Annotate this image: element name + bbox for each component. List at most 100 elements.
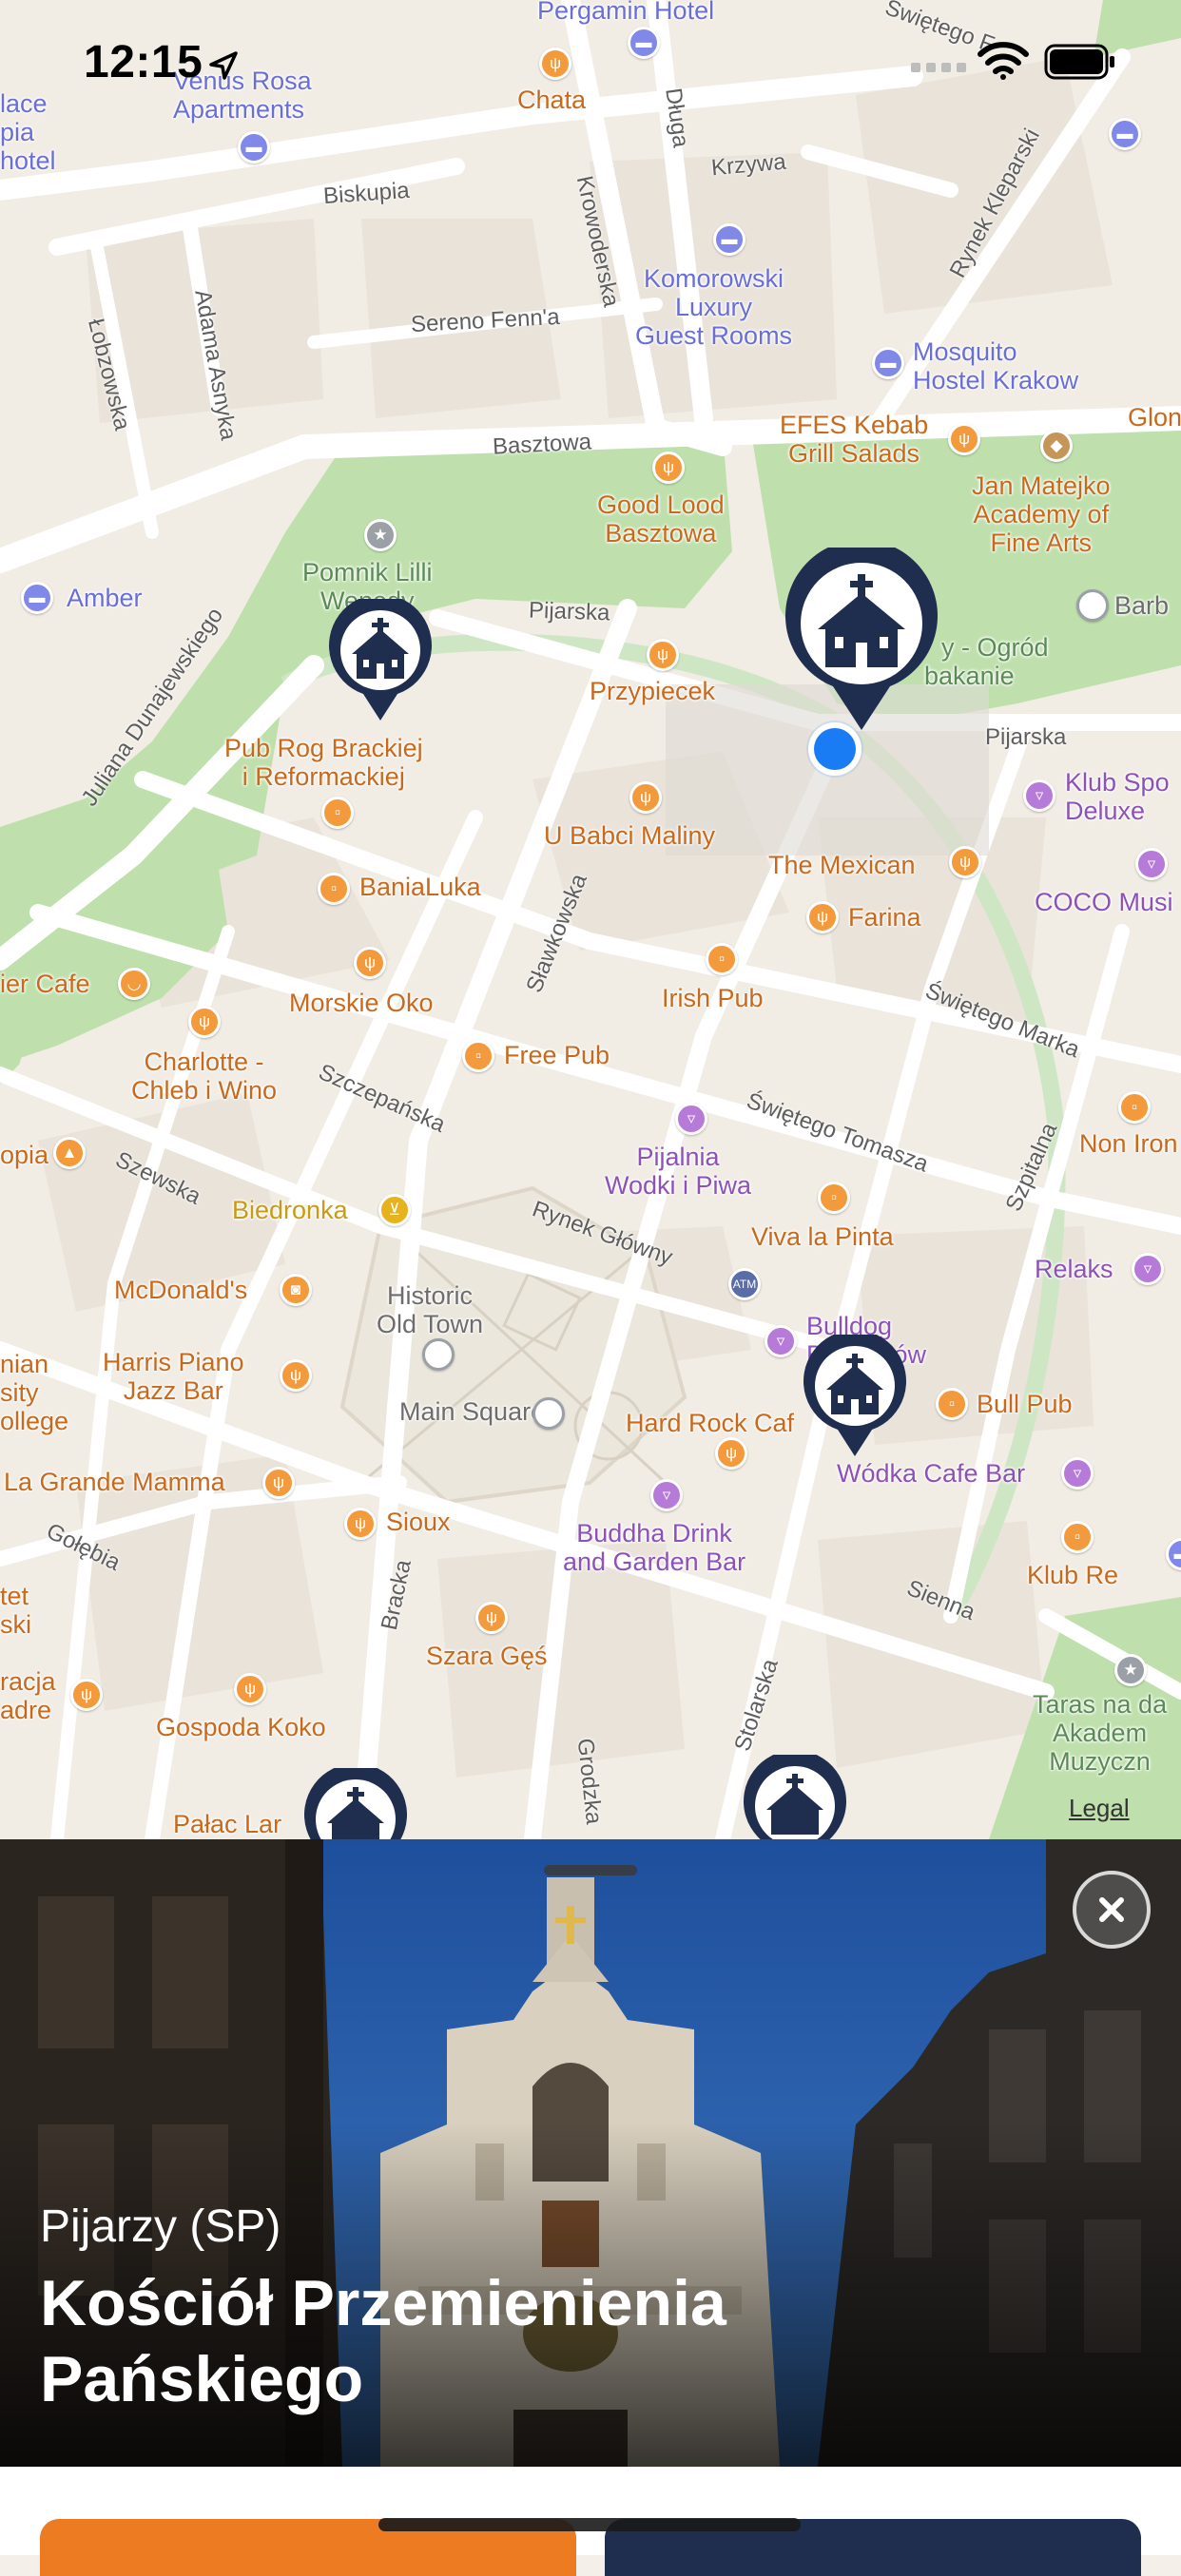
poi-label[interactable]: Sioux (386, 1508, 451, 1536)
pizza-icon[interactable]: ▲ (53, 1137, 86, 1169)
restaurant-icon[interactable]: ψ (652, 452, 685, 484)
poi-label[interactable]: Gospoda Koko (156, 1713, 326, 1741)
poi-label[interactable]: Klub Spo Deluxe (1065, 768, 1170, 825)
poi-label[interactable]: Klub Re (1027, 1561, 1118, 1589)
restaurant-icon[interactable]: ψ (70, 1679, 103, 1711)
restaurant-icon[interactable]: ψ (188, 1006, 221, 1038)
poi-label[interactable]: Good Lood Basztowa (597, 490, 725, 548)
poi-label[interactable]: ier Cafe (0, 970, 90, 998)
restaurant-icon[interactable]: ψ (354, 947, 386, 979)
restaurant-icon[interactable]: ψ (629, 781, 662, 814)
poi-label[interactable]: Harris Piano Jazz Bar (103, 1348, 244, 1405)
poi-label[interactable]: U Babci Maliny (544, 821, 715, 850)
church-pin[interactable] (327, 599, 434, 724)
poi-label[interactable]: Pałac Lar (173, 1810, 281, 1838)
bar-icon[interactable]: ▿ (1023, 779, 1055, 812)
bar-icon[interactable]: ▿ (1132, 1253, 1164, 1285)
poi-label[interactable]: La Grande Mamma (4, 1468, 225, 1496)
poi-label[interactable]: Historic Old Town (377, 1281, 483, 1338)
landmark-icon[interactable] (1076, 589, 1109, 622)
cafe-icon[interactable]: ◡ (118, 968, 150, 1000)
landmark-icon[interactable] (532, 1397, 565, 1430)
bar-icon[interactable]: ▿ (675, 1103, 707, 1135)
poi-label[interactable]: Non Iron (1079, 1129, 1178, 1158)
bar-icon[interactable]: ▿ (765, 1325, 797, 1357)
legal-link[interactable]: Legal (1069, 1794, 1130, 1823)
poi-label[interactable]: Taras na da Akadem Muzyczn (1033, 1690, 1167, 1776)
poi-label[interactable]: Buddha Drink and Garden Bar (563, 1519, 745, 1576)
restaurant-icon[interactable]: ψ (344, 1508, 377, 1540)
restaurant-icon[interactable]: ψ (262, 1467, 295, 1499)
bar-icon[interactable]: ▿ (1135, 848, 1168, 880)
poi-label[interactable]: Przypiecek (590, 677, 715, 705)
landmark-icon[interactable] (422, 1338, 455, 1371)
poi-label[interactable]: Wódka Cafe Bar (837, 1459, 1025, 1488)
monument-icon[interactable]: ★ (1114, 1654, 1147, 1686)
restaurant-icon[interactable]: ψ (234, 1673, 266, 1705)
poi-label[interactable]: Free Pub (504, 1041, 610, 1069)
poi-label[interactable]: EFES Kebab Grill Salads (780, 411, 928, 468)
poi-label[interactable]: Morskie Oko (289, 989, 434, 1017)
poi-label[interactable]: COCO Musi (1035, 888, 1173, 916)
poi-label[interactable]: Charlotte - Chleb i Wino (131, 1048, 277, 1105)
restaurant-icon[interactable]: ψ (949, 846, 981, 878)
poi-label[interactable]: Relaks (1035, 1255, 1113, 1283)
close-button[interactable] (1073, 1871, 1151, 1949)
restaurant-icon[interactable]: ψ (715, 1437, 747, 1470)
church-pin[interactable] (742, 1755, 848, 1839)
pub-icon[interactable]: ▫ (1061, 1521, 1094, 1553)
pub-icon[interactable]: ▫ (818, 1182, 850, 1214)
poi-label[interactable]: Mosquito Hostel Krakow (913, 337, 1078, 394)
home-indicator[interactable] (378, 2518, 801, 2531)
poi-label[interactable]: Farina (848, 903, 921, 932)
church-pin[interactable] (302, 1768, 409, 1839)
pub-icon[interactable]: ▫ (706, 943, 738, 975)
church-pin[interactable] (802, 1335, 908, 1460)
poi-label[interactable]: racja adre (0, 1667, 56, 1724)
poi-label[interactable]: Pijalnia Wodki i Piwa (605, 1143, 751, 1200)
poi-label[interactable]: tet ski (0, 1582, 31, 1639)
bar-icon[interactable]: ▿ (650, 1479, 683, 1511)
poi-label[interactable]: The Mexican (768, 851, 916, 879)
place-detail-sheet[interactable]: Pijarzy (SP) Kościół Przemienienia Pańsk… (0, 1839, 1181, 2555)
bar-icon[interactable]: ▿ (1061, 1457, 1094, 1490)
pub-icon[interactable]: ▫ (1118, 1091, 1151, 1124)
poi-label[interactable]: Pub Rog Brackiej i Reformackiej (224, 734, 423, 791)
poi-label[interactable]: BaniaLuka (359, 873, 481, 901)
hotel-icon[interactable]: ▬ (713, 223, 745, 256)
shopping-cart-icon[interactable]: ⊻ (378, 1194, 411, 1226)
poi-label[interactable]: opia (0, 1141, 48, 1169)
pub-icon[interactable]: ▫ (321, 797, 354, 829)
pub-icon[interactable]: ▫ (936, 1388, 968, 1420)
restaurant-icon[interactable]: ψ (475, 1602, 508, 1634)
church-pin-selected[interactable] (784, 548, 939, 734)
pub-icon[interactable]: ▫ (318, 873, 350, 905)
hotel-icon[interactable]: ▬ (238, 131, 270, 163)
poi-label[interactable]: Glon (1128, 403, 1181, 432)
pub-icon[interactable]: ▫ (462, 1040, 494, 1072)
poi-label[interactable]: Szara Gęś (426, 1642, 548, 1670)
poi-label[interactable]: Bull Pub (977, 1390, 1073, 1418)
fast-food-icon[interactable]: ◙ (280, 1274, 312, 1306)
poi-label[interactable]: Hard Rock Caf (626, 1409, 794, 1437)
restaurant-icon[interactable]: ψ (806, 901, 839, 933)
school-icon[interactable]: ◆ (1040, 430, 1073, 462)
atm-icon[interactable]: ATM (728, 1268, 761, 1300)
poi-label[interactable]: nian sity ollege (0, 1350, 68, 1435)
hotel-icon[interactable]: ▬ (872, 347, 904, 379)
poi-label[interactable]: Viva la Pinta (751, 1222, 894, 1251)
hotel-icon[interactable]: ▬ (21, 582, 53, 614)
poi-label[interactable]: Amber (67, 584, 143, 612)
poi-label[interactable]: Biedronka (232, 1196, 348, 1224)
restaurant-icon[interactable]: ψ (280, 1359, 312, 1392)
restaurant-icon[interactable]: ψ (948, 423, 980, 455)
sheet-grabber[interactable] (544, 1865, 637, 1875)
poi-label[interactable]: Barb (1114, 591, 1169, 620)
monument-icon[interactable]: ★ (364, 519, 397, 551)
map-view[interactable]: Pergamin Hotel Venus Rosa Apartments lac… (0, 0, 1181, 1839)
poi-label[interactable]: McDonald's (114, 1276, 247, 1304)
poi-label[interactable]: Irish Pub (662, 984, 764, 1012)
poi-label[interactable]: Komorowski Luxury Guest Rooms (635, 264, 792, 350)
restaurant-icon[interactable]: ψ (647, 639, 679, 671)
poi-label[interactable]: Main Square (399, 1397, 545, 1426)
